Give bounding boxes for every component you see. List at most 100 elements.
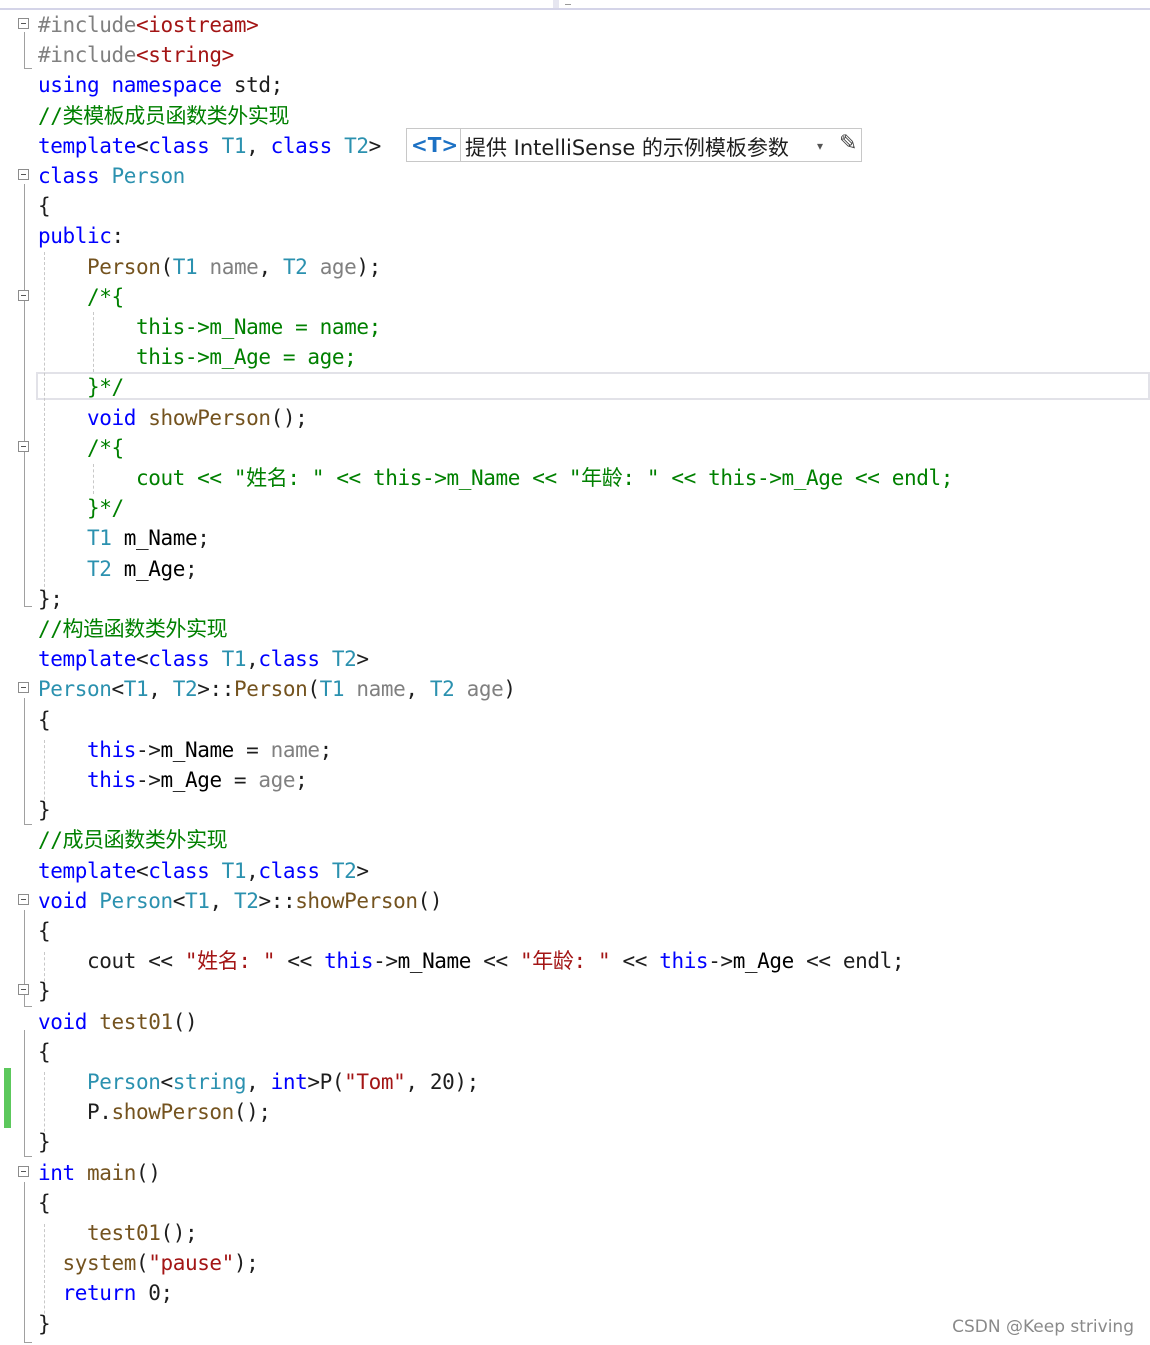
code-token: >: [356, 647, 369, 672]
code-line[interactable]: Person(T1 name, T2 age);: [0, 252, 1150, 282]
code-token: void: [86, 405, 136, 430]
code-line[interactable]: };: [0, 584, 1150, 614]
code-line[interactable]: //成员函数类外实现: [0, 825, 1150, 855]
code-line[interactable]: int main(): [0, 1158, 1150, 1188]
code-token: :: [111, 224, 124, 249]
code-line[interactable]: Person<T1, T2>::Person(T1 name, T2 age): [0, 674, 1150, 704]
code-text: {: [38, 1037, 51, 1067]
code-text: T2 m_Age;: [38, 554, 198, 584]
code-text: }*/: [38, 493, 124, 523]
code-token: }: [38, 1311, 51, 1336]
collapse-icon[interactable]: [18, 440, 29, 452]
code-token: m_Age: [732, 949, 795, 974]
pencil-icon[interactable]: ✎: [839, 131, 857, 156]
tab-edge-2[interactable]: [565, 0, 571, 5]
code-line[interactable]: T2 m_Age;: [0, 554, 1150, 584]
code-line[interactable]: {: [0, 1037, 1150, 1067]
collapse-icon[interactable]: [18, 682, 29, 694]
code-token: using: [38, 73, 100, 98]
code-token: ,: [148, 677, 173, 702]
code-token: /*{: [86, 435, 124, 460]
code-line[interactable]: {: [0, 191, 1150, 221]
collapse-icon[interactable]: [18, 984, 29, 996]
code-line[interactable]: P.showPerson();: [0, 1097, 1150, 1127]
code-line[interactable]: template<class T1,class T2>: [0, 644, 1150, 674]
collapse-icon[interactable]: [18, 18, 29, 29]
code-token: (: [307, 677, 320, 702]
code-line[interactable]: void test01(): [0, 1007, 1150, 1037]
code-line[interactable]: }*/: [0, 372, 1150, 402]
code-line[interactable]: #include<iostream>: [0, 10, 1150, 40]
code-token: T2: [331, 858, 357, 883]
code-line[interactable]: #include<string>: [0, 40, 1150, 70]
code-token: ();: [160, 1221, 198, 1245]
code-token: class: [148, 647, 210, 672]
code-line[interactable]: using namespace std;: [0, 70, 1150, 100]
code-line[interactable]: {: [0, 916, 1150, 946]
code-token: class: [148, 858, 210, 883]
code-token: );: [233, 1251, 259, 1276]
code-line[interactable]: T1 m_Name;: [0, 523, 1150, 553]
code-line[interactable]: class Person: [0, 161, 1150, 191]
code-editor[interactable]: #include<iostream> #include<string> using …: [0, 10, 1150, 1345]
collapse-icon[interactable]: [18, 289, 29, 301]
code-line[interactable]: }: [0, 795, 1150, 825]
code-line[interactable]: this->m_Age = age;: [0, 765, 1150, 795]
code-token: (: [160, 254, 173, 279]
code-text: Person<string, int>P("Tom", 20);: [38, 1067, 479, 1097]
code-line[interactable]: }*/: [0, 493, 1150, 523]
collapse-icon[interactable]: [18, 893, 29, 905]
chevron-down-icon[interactable]: ▾: [817, 139, 823, 153]
code-line[interactable]: return 0;: [0, 1278, 1150, 1308]
code-line[interactable]: test01();: [0, 1218, 1150, 1248]
code-line[interactable]: system("pause");: [0, 1248, 1150, 1278]
code-text: //成员函数类外实现: [38, 825, 228, 855]
outline-end: [24, 1342, 32, 1343]
code-line[interactable]: //构造函数类外实现: [0, 614, 1150, 644]
code-line[interactable]: /*{: [0, 433, 1150, 463]
code-token: ,: [246, 858, 259, 883]
code-token: Person: [38, 677, 112, 702]
collapse-icon[interactable]: [18, 169, 29, 180]
code-token: T1: [172, 254, 198, 279]
code-line[interactable]: void Person<T1, T2>::showPerson(): [0, 886, 1150, 916]
code-token: m_Age: [160, 768, 222, 792]
code-line[interactable]: }: [0, 1127, 1150, 1157]
code-line[interactable]: }: [0, 976, 1150, 1006]
code-token: ,: [405, 677, 430, 702]
tab-edge[interactable]: [553, 0, 559, 8]
code-token: T2: [233, 888, 259, 913]
code-line[interactable]: public:: [0, 221, 1150, 251]
code-text: }: [38, 976, 51, 1006]
code-line[interactable]: void showPerson();: [0, 403, 1150, 433]
code-line[interactable]: cout << "姓名: " << this->m_Name << "年龄: "…: [0, 946, 1150, 976]
code-line[interactable]: Person<string, int>P("Tom", 20);: [0, 1067, 1150, 1097]
code-line[interactable]: cout << "姓名: " << this->m_Name << "年龄: "…: [0, 463, 1150, 493]
code-token: T2: [344, 133, 369, 158]
code-line[interactable]: this->m_Name = name;: [0, 312, 1150, 342]
code-token: ;: [197, 526, 210, 551]
collapse-icon[interactable]: [18, 1165, 29, 1177]
code-token: (): [172, 1009, 198, 1034]
code-token: system: [62, 1251, 137, 1276]
code-line[interactable]: template<class T1,class T2>: [0, 856, 1150, 886]
code-line[interactable]: this->m_Name = name;: [0, 735, 1150, 765]
code-token: Person: [86, 1070, 161, 1094]
code-line[interactable]: {: [0, 1188, 1150, 1218]
code-line[interactable]: /*{: [0, 282, 1150, 312]
intellisense-template-bar[interactable]: <T> 提供 IntelliSense 的示例模板参数 ▾ ✎: [406, 128, 862, 162]
code-token: class: [148, 133, 210, 158]
code-token: ();: [270, 405, 308, 430]
code-line[interactable]: //类模板成员函数类外实现: [0, 101, 1150, 131]
code-token: showPerson: [295, 888, 418, 913]
code-line[interactable]: {: [0, 705, 1150, 735]
code-line[interactable]: this->m_Age = age;: [0, 342, 1150, 372]
code-token: <<: [275, 949, 325, 974]
